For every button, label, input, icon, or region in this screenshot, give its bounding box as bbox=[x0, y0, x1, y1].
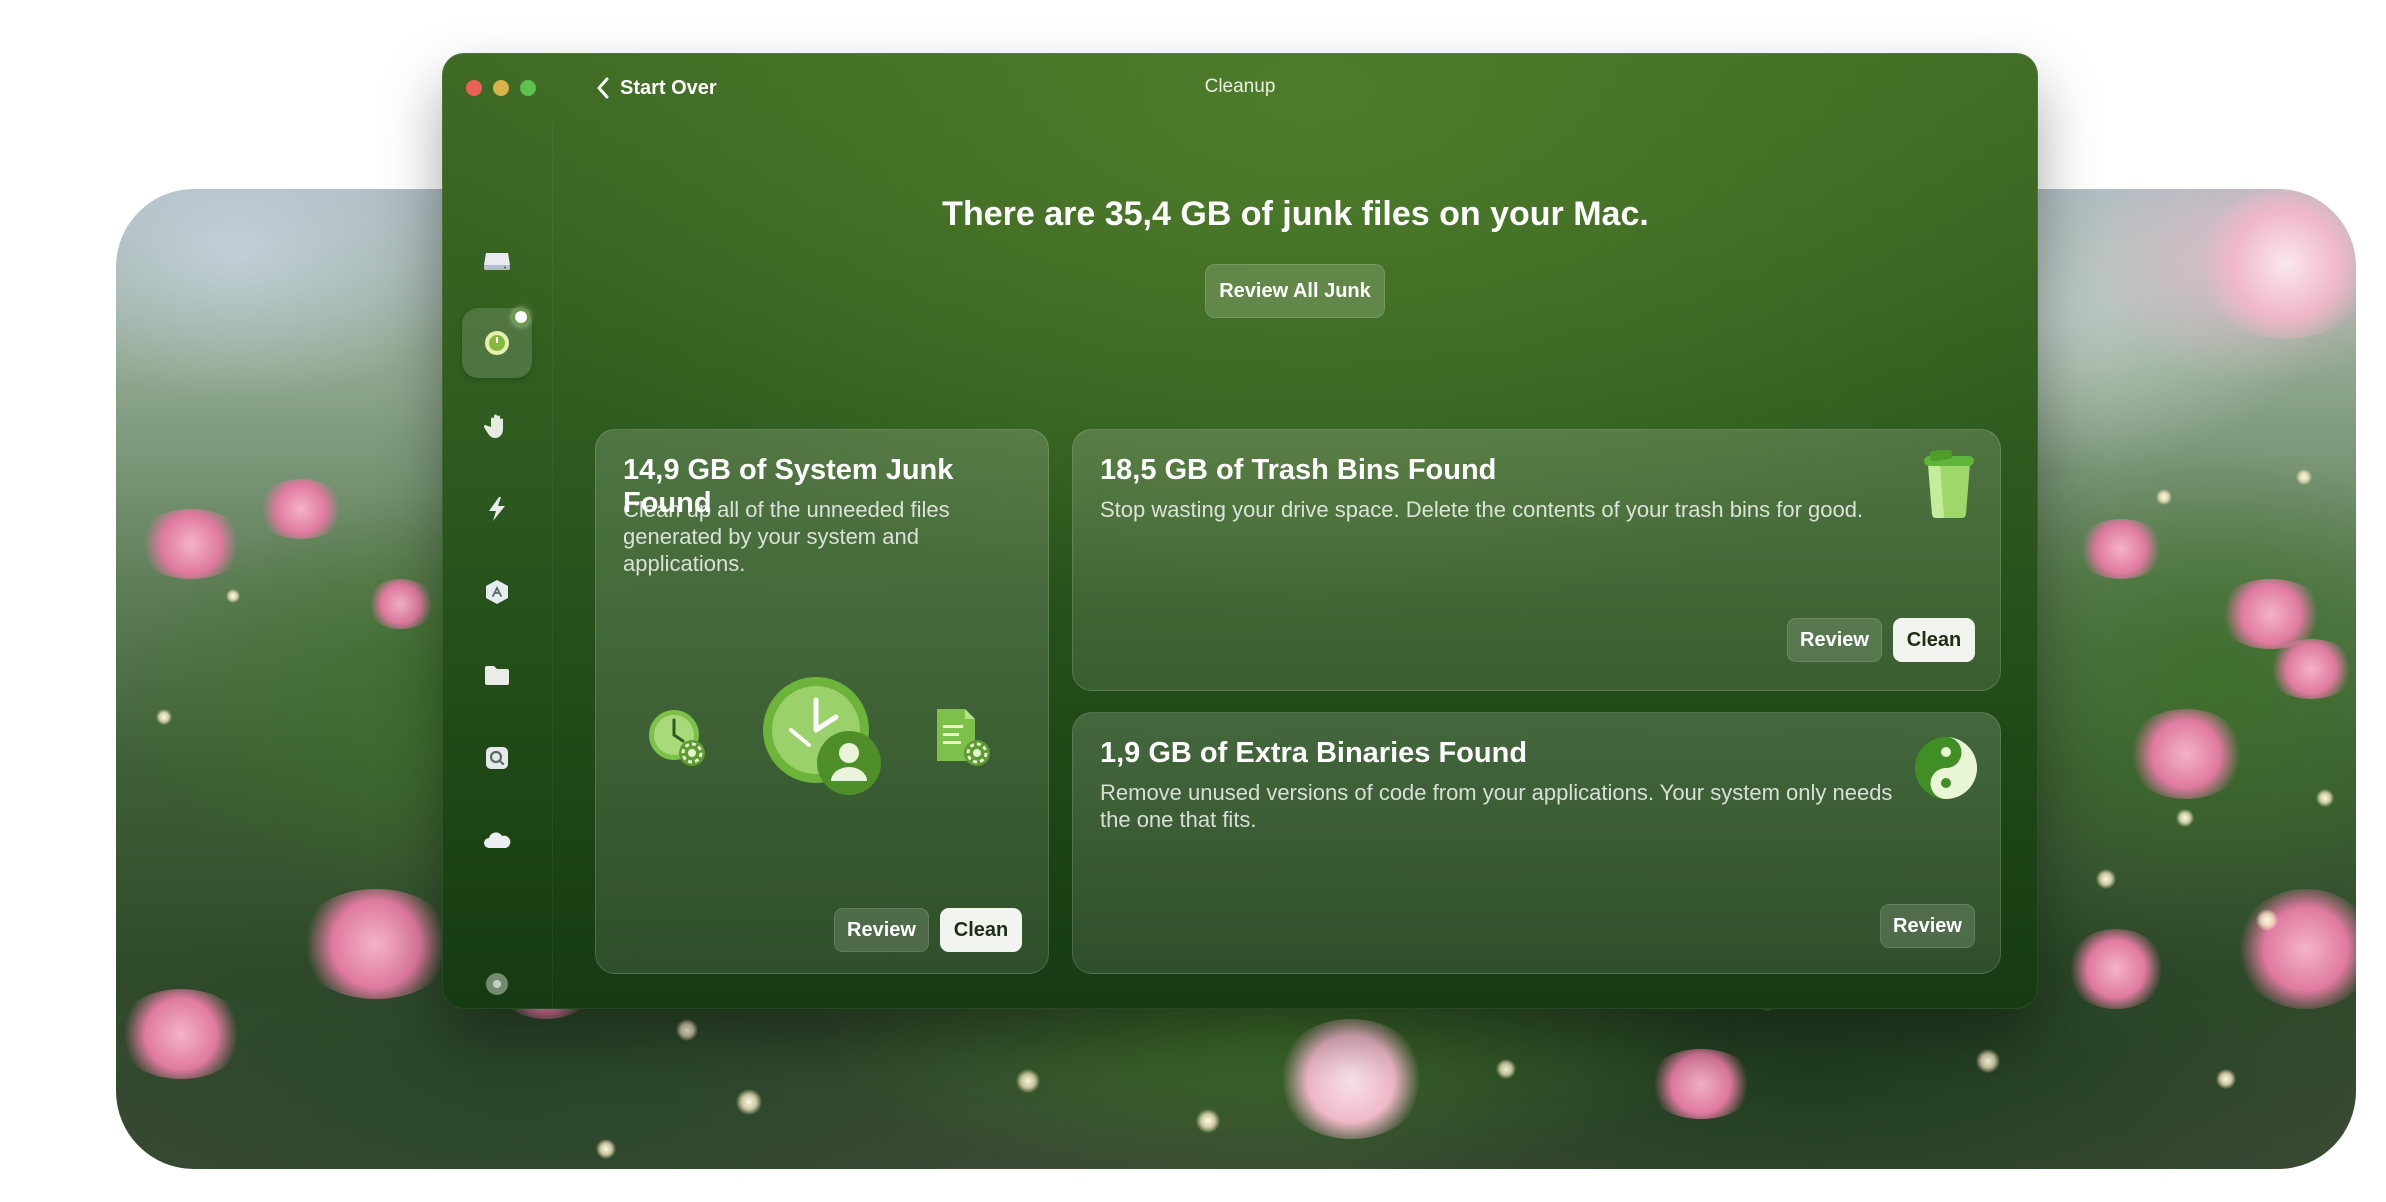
junk-summary-headline: There are 35,4 GB of junk files on your … bbox=[942, 195, 1649, 233]
clock-gear-icon bbox=[649, 710, 705, 766]
trash-bins-description: Stop wasting your drive space. Delete th… bbox=[1100, 497, 1864, 522]
extra-binaries-title: 1,9 GB of Extra Binaries Found bbox=[1100, 737, 1528, 769]
sidebar-item-assistant[interactable] bbox=[462, 969, 532, 1005]
trash-bins-card: 18,5 GB of Trash Bins Found Stop wasting… bbox=[1072, 429, 2001, 691]
system-junk-clean-button[interactable]: Clean bbox=[940, 908, 1022, 952]
window-title: Cleanup bbox=[1204, 76, 1276, 97]
cloud-icon bbox=[484, 832, 511, 848]
system-junk-review-button[interactable]: Review bbox=[834, 908, 929, 952]
sidebar-item-space-lens[interactable] bbox=[462, 723, 532, 793]
active-indicator-dot bbox=[512, 308, 530, 326]
hand-icon bbox=[483, 414, 503, 438]
apps-icon bbox=[486, 580, 508, 604]
trash-bins-title: 18,5 GB of Trash Bins Found bbox=[1100, 454, 1497, 486]
extra-binaries-card: 1,9 GB of Extra Binaries Found Remove un… bbox=[1072, 712, 2001, 974]
sidebar-item-applications[interactable] bbox=[462, 557, 532, 627]
extra-binaries-review-button[interactable]: Review bbox=[1880, 904, 1975, 948]
sidebar-item-cloud[interactable] bbox=[462, 806, 532, 876]
trash-bins-review-button[interactable]: Review bbox=[1787, 618, 1882, 662]
system-junk-card: 14,9 GB of System Junk Found Clean up al… bbox=[595, 429, 1049, 974]
lens-icon bbox=[486, 747, 508, 769]
cleanup-icon bbox=[485, 331, 509, 355]
sidebar bbox=[442, 123, 553, 1009]
app-window: Start Over Cleanup There are 35,4 GB of … bbox=[442, 53, 2038, 1009]
trash-bin-icon bbox=[1924, 450, 1974, 518]
review-all-junk-button[interactable]: Review All Junk bbox=[1205, 264, 1385, 318]
clock-user-icon bbox=[763, 677, 881, 795]
sidebar-item-protection[interactable] bbox=[462, 391, 532, 461]
sidebar-item-cleanup[interactable] bbox=[462, 308, 532, 378]
trash-bins-clean-button[interactable]: Clean bbox=[1893, 618, 1975, 662]
binaries-icon bbox=[1915, 737, 1977, 799]
sidebar-item-files[interactable] bbox=[462, 640, 532, 710]
folder-icon bbox=[485, 666, 509, 685]
sidebar-item-drive[interactable] bbox=[462, 225, 532, 295]
system-junk-description: Clean up all of the unneeded files gener… bbox=[623, 497, 950, 576]
assistant-icon bbox=[486, 973, 508, 995]
extra-binaries-description: Remove unused versions of code from your… bbox=[1100, 780, 1893, 832]
document-gear-icon bbox=[937, 709, 990, 766]
lightning-icon bbox=[489, 497, 505, 521]
drive-icon bbox=[484, 253, 510, 270]
sidebar-item-performance[interactable] bbox=[462, 474, 532, 544]
